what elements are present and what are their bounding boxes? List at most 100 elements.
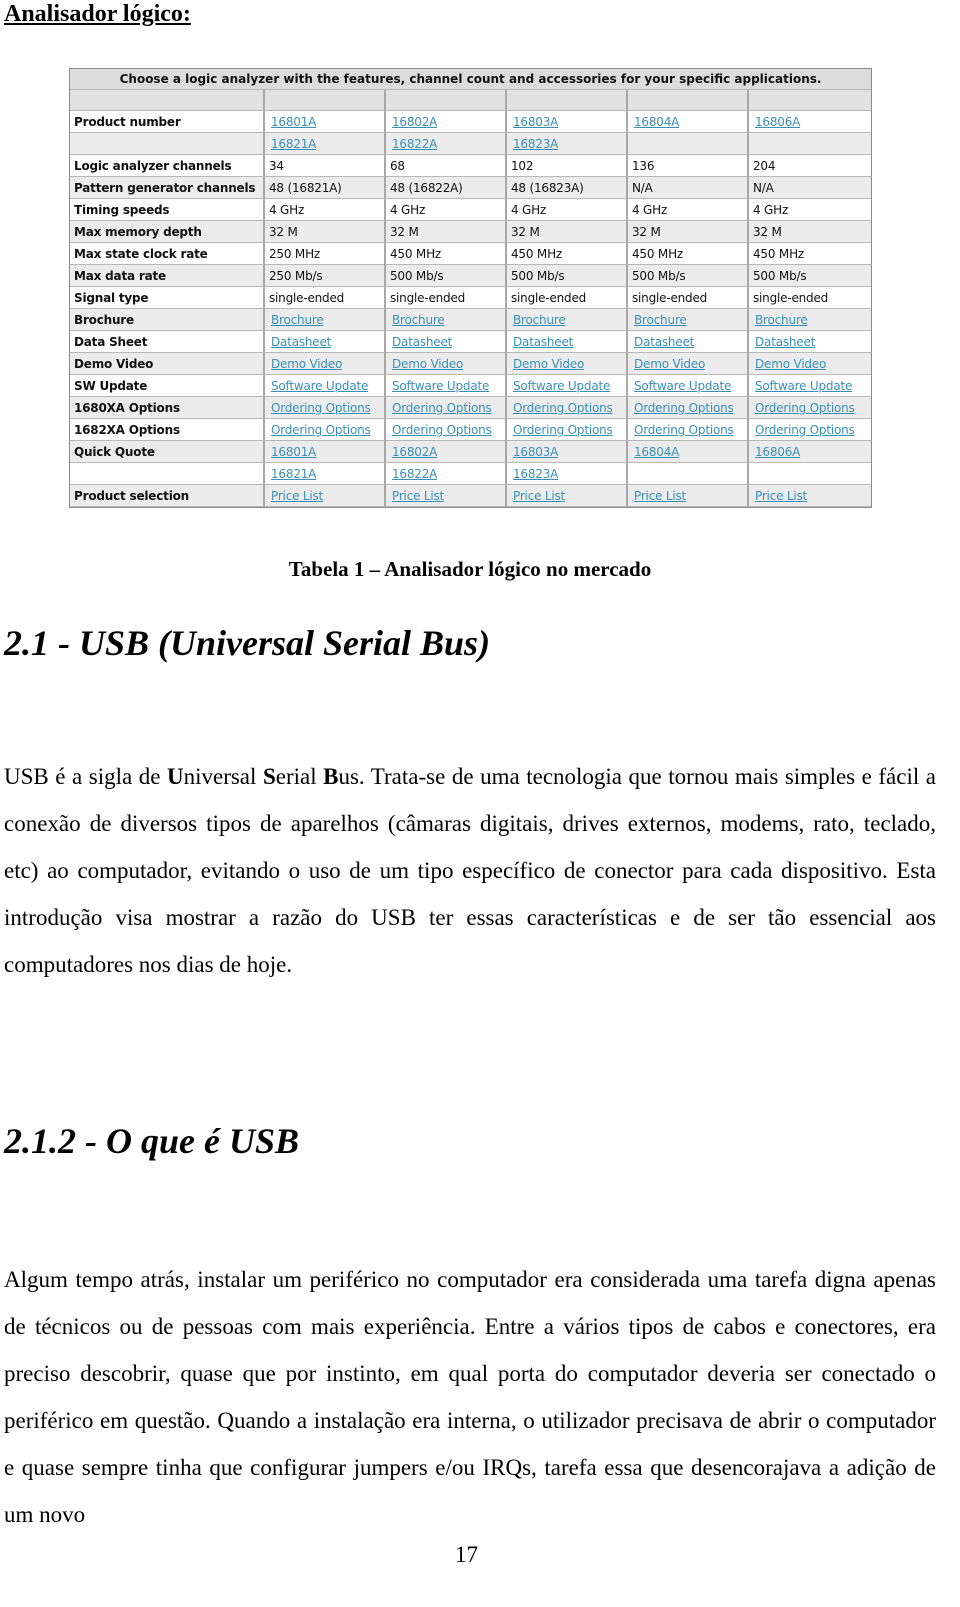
table-cell: Software Update	[386, 375, 507, 397]
table-link[interactable]: Ordering Options	[269, 423, 371, 437]
table-link[interactable]: Datasheet	[511, 335, 573, 349]
table-cell: 500 Mb/s	[628, 265, 749, 287]
table-cell	[749, 463, 872, 485]
cell-value: single-ended	[269, 290, 345, 305]
table-cell: Demo Video	[749, 353, 872, 375]
table-row: Product number 16801A 16802A 16803A 16804A 16…	[70, 111, 872, 133]
table-link[interactable]: 16823A	[511, 137, 558, 151]
table-cell: Datasheet	[628, 331, 749, 353]
table-link[interactable]: 16801A	[269, 115, 316, 129]
table-cell: 4 GHz	[628, 199, 749, 221]
table-link[interactable]: 16804A	[632, 445, 679, 459]
table-link[interactable]: 16821A	[269, 137, 316, 151]
table-link[interactable]: 16822A	[390, 137, 437, 151]
table-cell: Brochure	[749, 309, 872, 331]
table-cell: 500 Mb/s	[386, 265, 507, 287]
table-link[interactable]: Software Update	[632, 379, 731, 393]
table-link[interactable]: Ordering Options	[511, 423, 613, 437]
table-link[interactable]: 16803A	[511, 445, 558, 459]
table-link[interactable]: Software Update	[390, 379, 489, 393]
table-link[interactable]: Ordering Options	[269, 401, 371, 415]
table-spacer-row	[70, 90, 872, 111]
table-link[interactable]: Brochure	[753, 313, 808, 327]
table-cell: Ordering Options	[265, 397, 386, 419]
table-link[interactable]: Price List	[269, 489, 323, 503]
table-link[interactable]: Price List	[511, 489, 565, 503]
table-cell: 500 Mb/s	[749, 265, 872, 287]
table-cell: Demo Video	[265, 353, 386, 375]
table-cell: Ordering Options	[749, 397, 872, 419]
table-link[interactable]: Ordering Options	[753, 423, 855, 437]
table-link[interactable]: Datasheet	[390, 335, 452, 349]
table-cell: Software Update	[749, 375, 872, 397]
table-cell	[628, 133, 749, 155]
paragraph-o-que-e-usb: Algum tempo atrás, instalar um periféric…	[4, 1267, 936, 1527]
table-link[interactable]: Demo Video	[632, 357, 705, 371]
document-title: Analisador lógico:	[4, 1, 191, 27]
table-link[interactable]: Demo Video	[753, 357, 826, 371]
bold-initial: B	[323, 764, 339, 789]
table-cell: Software Update	[265, 375, 386, 397]
table-link[interactable]: 16822A	[390, 467, 437, 481]
table-link[interactable]: 16806A	[753, 115, 800, 129]
table-link[interactable]: Software Update	[753, 379, 852, 393]
table-cell: Ordering Options	[386, 419, 507, 441]
table-link[interactable]: Datasheet	[269, 335, 331, 349]
table-link[interactable]: Demo Video	[269, 357, 342, 371]
table-link[interactable]: Price List	[390, 489, 444, 503]
table-link[interactable]: 16806A	[753, 445, 800, 459]
table-row: Data Sheet Datasheet Datasheet Datasheet Dat…	[70, 331, 872, 353]
table-link[interactable]: 16803A	[511, 115, 558, 129]
table-link[interactable]: Brochure	[390, 313, 445, 327]
table-cell: 250 Mb/s	[265, 265, 386, 287]
table-link[interactable]: Brochure	[511, 313, 566, 327]
paragraph-text: erial	[275, 764, 324, 789]
table-link[interactable]: Brochure	[269, 313, 324, 327]
table-link[interactable]: 16802A	[390, 445, 437, 459]
table-link[interactable]: Ordering Options	[511, 401, 613, 415]
table-cell: 4 GHz	[749, 199, 872, 221]
table-cell: Price List	[386, 485, 507, 507]
table-link[interactable]: Software Update	[269, 379, 368, 393]
table-cell: 16821A	[265, 463, 386, 485]
cell-value: 4 GHz	[753, 202, 789, 217]
table-link[interactable]: Brochure	[632, 313, 687, 327]
table-cell: Ordering Options	[507, 397, 628, 419]
cell-value: 4 GHz	[269, 202, 305, 217]
table-link[interactable]: Ordering Options	[390, 423, 492, 437]
row-label: Data Sheet	[70, 331, 265, 353]
table-link[interactable]: Price List	[632, 489, 686, 503]
table-cell: Ordering Options	[507, 419, 628, 441]
row-label: Product selection	[70, 485, 265, 507]
table-cell: 48 (16823A)	[507, 177, 628, 199]
table-link[interactable]: Datasheet	[632, 335, 694, 349]
spacer-cell	[70, 90, 265, 111]
table-link[interactable]: 16821A	[269, 467, 316, 481]
table-link[interactable]: Ordering Options	[753, 401, 855, 415]
table-link[interactable]: Ordering Options	[390, 401, 492, 415]
table-link[interactable]: Price List	[753, 489, 807, 503]
row-label: SW Update	[70, 375, 265, 397]
table-cell: Brochure	[507, 309, 628, 331]
table-link[interactable]: 16801A	[269, 445, 316, 459]
table-link[interactable]: 16802A	[390, 115, 437, 129]
table-link[interactable]: Ordering Options	[632, 423, 734, 437]
table-link[interactable]: Demo Video	[511, 357, 584, 371]
table-cell: 16803A	[507, 111, 628, 133]
table-link[interactable]: 16804A	[632, 115, 679, 129]
table-cell: 16806A	[749, 441, 872, 463]
table-link[interactable]: Ordering Options	[632, 401, 734, 415]
cell-value: 500 Mb/s	[511, 268, 565, 283]
table-link[interactable]: 16823A	[511, 467, 558, 481]
table-cell: single-ended	[628, 287, 749, 309]
table-link[interactable]: Demo Video	[390, 357, 463, 371]
row-label	[70, 463, 265, 485]
table-link[interactable]: Software Update	[511, 379, 610, 393]
table-cell: 450 MHz	[507, 243, 628, 265]
cell-value: 450 MHz	[753, 246, 804, 261]
cell-value: 4 GHz	[511, 202, 547, 217]
cell-value: 32 M	[753, 224, 782, 239]
table-row: Max data rate 250 Mb/s 500 Mb/s 500 Mb/s 500…	[70, 265, 872, 287]
cell-value: 500 Mb/s	[632, 268, 686, 283]
table-link[interactable]: Datasheet	[753, 335, 815, 349]
